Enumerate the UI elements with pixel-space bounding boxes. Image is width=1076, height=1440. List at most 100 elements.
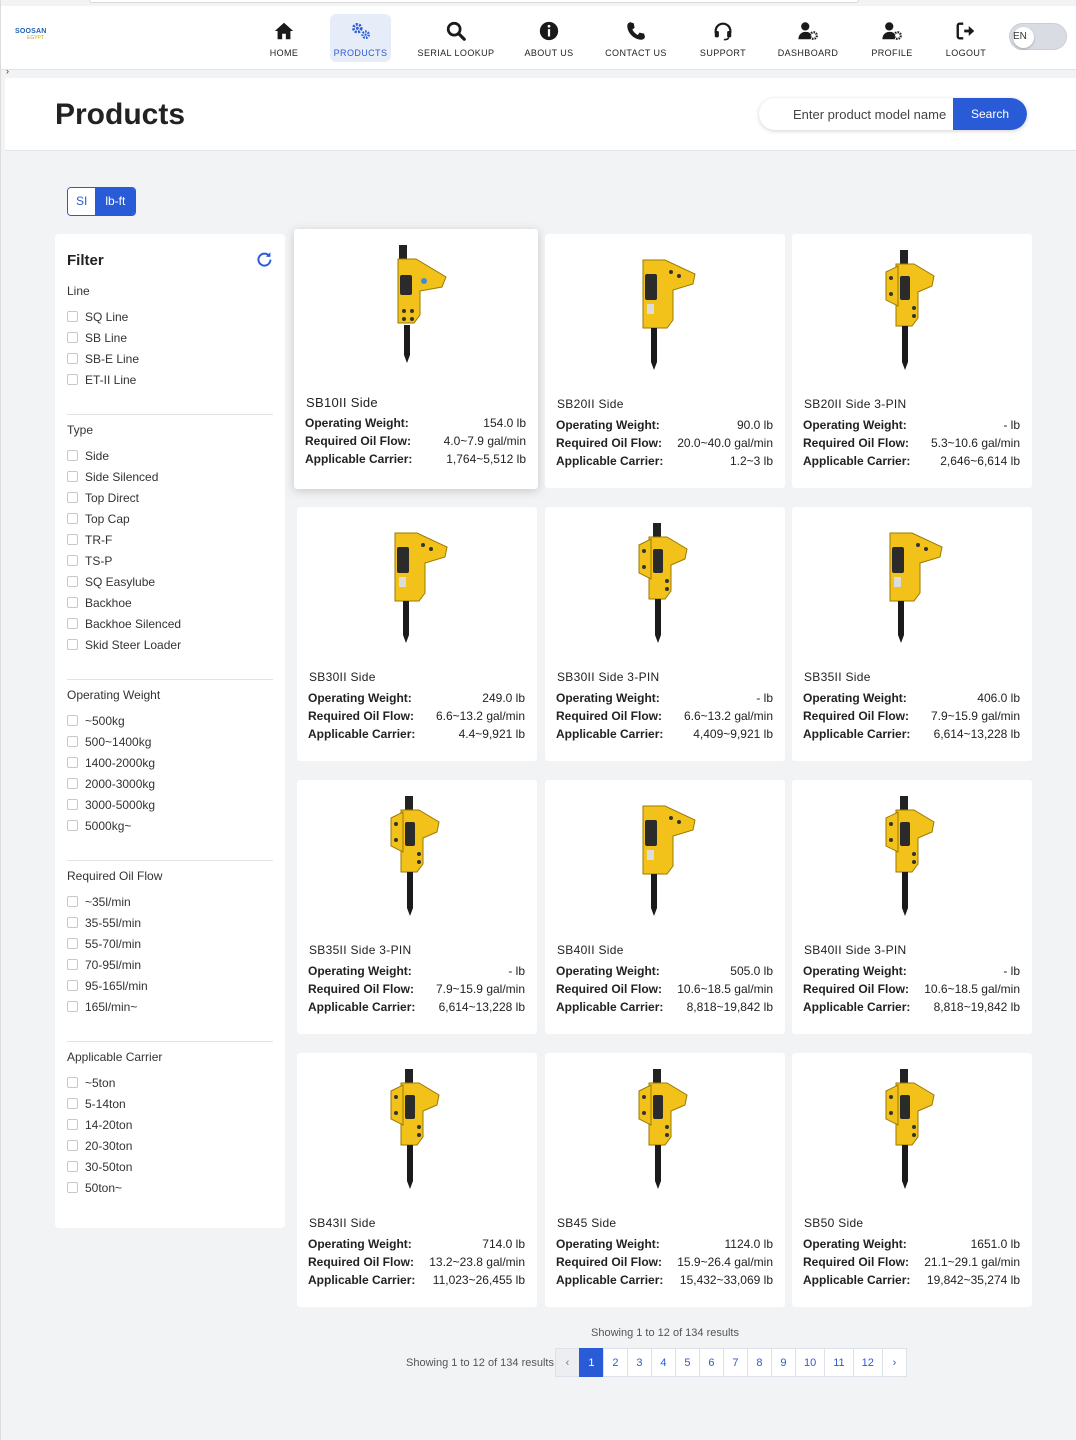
filter-option[interactable]: Skid Steer Loader [67, 634, 273, 655]
filter-option[interactable]: 35-55l/min [67, 912, 273, 933]
nav-dashboard[interactable]: DASHBOARD [773, 14, 843, 62]
search-input[interactable] [759, 98, 953, 130]
product-name[interactable]: SB20II Side 3-PIN [804, 397, 906, 411]
filter-option[interactable]: 70-95l/min [67, 954, 273, 975]
filter-checkbox[interactable] [67, 374, 78, 385]
filter-checkbox[interactable] [67, 492, 78, 503]
product-name[interactable]: SB30II Side [309, 670, 376, 684]
filter-option[interactable]: 30-50ton [67, 1156, 273, 1177]
filter-option[interactable]: SQ Line [67, 306, 273, 327]
product-card[interactable]: SB30II Side Operating Weight: 249.0 lb Requ… [297, 507, 537, 761]
filter-checkbox[interactable] [67, 1077, 78, 1088]
page-button-5[interactable]: 5 [674, 1348, 700, 1377]
product-card[interactable]: SB40II Side 3-PIN Operating Weight: - lb Re… [792, 780, 1032, 1034]
filter-checkbox[interactable] [67, 715, 78, 726]
filter-checkbox[interactable] [67, 778, 78, 789]
filter-option[interactable]: TS-P [67, 550, 273, 571]
product-name[interactable]: SB50 Side [804, 1216, 863, 1230]
filter-option[interactable]: Top Cap [67, 508, 273, 529]
filter-option[interactable]: Side [67, 445, 273, 466]
product-image[interactable] [605, 788, 725, 918]
filter-option[interactable]: 50ton~ [67, 1177, 273, 1198]
filter-option[interactable]: Backhoe Silenced [67, 613, 273, 634]
filter-checkbox[interactable] [67, 938, 78, 949]
product-image[interactable] [357, 788, 477, 918]
unit-lbft-button[interactable]: lb-ft [95, 188, 136, 215]
filter-option[interactable]: SQ Easylube [67, 571, 273, 592]
page-button-8[interactable]: 8 [746, 1348, 772, 1377]
filter-checkbox[interactable] [67, 471, 78, 482]
product-image[interactable] [605, 242, 725, 372]
product-name[interactable]: SB43II Side [309, 1216, 376, 1230]
product-card[interactable]: SB20II Side Operating Weight: 90.0 lb Requi… [545, 234, 785, 488]
filter-option[interactable]: 5-14ton [67, 1093, 273, 1114]
filter-option[interactable]: SB-E Line [67, 348, 273, 369]
page-button-10[interactable]: 10 [794, 1348, 826, 1377]
filter-checkbox[interactable] [67, 311, 78, 322]
filter-option[interactable]: SB Line [67, 327, 273, 348]
page-button-7[interactable]: 7 [722, 1348, 748, 1377]
nav-contact-us[interactable]: CONTACT US [601, 14, 671, 62]
filter-checkbox[interactable] [67, 1001, 78, 1012]
filter-checkbox[interactable] [67, 757, 78, 768]
filter-option[interactable]: ~500kg [67, 710, 273, 731]
filter-option[interactable]: Backhoe [67, 592, 273, 613]
filter-checkbox[interactable] [67, 353, 78, 364]
product-name[interactable]: SB20II Side [557, 397, 624, 411]
next-page-button[interactable]: › [881, 1348, 907, 1377]
product-name[interactable]: SB35II Side [804, 670, 871, 684]
product-image[interactable] [605, 1061, 725, 1191]
nav-home[interactable]: HOME [263, 14, 305, 62]
filter-option[interactable]: 500~1400kg [67, 731, 273, 752]
filter-checkbox[interactable] [67, 820, 78, 831]
language-toggle[interactable]: EN [1009, 23, 1067, 50]
filter-option[interactable]: ~35l/min [67, 891, 273, 912]
product-card[interactable]: SB50 Side Operating Weight: 1651.0 lb Requi… [792, 1053, 1032, 1307]
nav-profile[interactable]: PROFILE [865, 14, 919, 62]
product-card[interactable]: SB35II Side Operating Weight: 406.0 lb Requ… [792, 507, 1032, 761]
filter-checkbox[interactable] [67, 917, 78, 928]
filter-option[interactable]: Top Direct [67, 487, 273, 508]
filter-checkbox[interactable] [67, 450, 78, 461]
product-card[interactable]: SB20II Side 3-PIN Operating Weight: - lb Re… [792, 234, 1032, 488]
unit-si-button[interactable]: SI [68, 188, 96, 215]
filter-option[interactable]: Side Silenced [67, 466, 273, 487]
product-card[interactable]: SB35II Side 3-PIN Operating Weight: - lb Re… [297, 780, 537, 1034]
page-button-1[interactable]: 1 [578, 1348, 604, 1377]
product-image[interactable] [852, 515, 972, 645]
nav-about-us[interactable]: ABOUT US [521, 14, 577, 62]
product-card[interactable]: SB30II Side 3-PIN Operating Weight: - lb Re… [545, 507, 785, 761]
product-name[interactable]: SB40II Side [557, 943, 624, 957]
filter-checkbox[interactable] [67, 1161, 78, 1172]
product-card[interactable]: SB10II Side Operating Weight: 154.0 lb Requ… [294, 229, 538, 489]
page-button-6[interactable]: 6 [698, 1348, 724, 1377]
filter-checkbox[interactable] [67, 1098, 78, 1109]
product-name[interactable]: SB30II Side 3-PIN [557, 670, 659, 684]
nav-serial-lookup[interactable]: SERIAL LOOKUP [413, 14, 499, 62]
filter-checkbox[interactable] [67, 534, 78, 545]
product-image[interactable] [357, 1061, 477, 1191]
prev-page-button[interactable]: ‹ [554, 1348, 580, 1377]
filter-checkbox[interactable] [67, 1140, 78, 1151]
page-button-9[interactable]: 9 [770, 1348, 796, 1377]
product-image[interactable] [605, 515, 725, 645]
product-image[interactable] [852, 242, 972, 372]
filter-checkbox[interactable] [67, 799, 78, 810]
filter-option[interactable]: TR-F [67, 529, 273, 550]
filter-option[interactable]: 5000kg~ [67, 815, 273, 836]
search-button[interactable]: Search [953, 98, 1027, 130]
product-name[interactable]: SB45 Side [557, 1216, 616, 1230]
product-name[interactable]: SB35II Side 3-PIN [309, 943, 411, 957]
filter-checkbox[interactable] [67, 1119, 78, 1130]
page-button-2[interactable]: 2 [602, 1348, 628, 1377]
product-card[interactable]: SB43II Side Operating Weight: 714.0 lb Requ… [297, 1053, 537, 1307]
filter-checkbox[interactable] [67, 597, 78, 608]
product-card[interactable]: SB40II Side Operating Weight: 505.0 lb Requ… [545, 780, 785, 1034]
filter-option[interactable]: 2000-3000kg [67, 773, 273, 794]
filter-checkbox[interactable] [67, 332, 78, 343]
product-card[interactable]: SB45 Side Operating Weight: 1124.0 lb Requi… [545, 1053, 785, 1307]
nav-logout[interactable]: LOGOUT [943, 14, 989, 62]
filter-option[interactable]: 95-165l/min [67, 975, 273, 996]
filter-checkbox[interactable] [67, 736, 78, 747]
filter-option[interactable]: 20-30ton [67, 1135, 273, 1156]
